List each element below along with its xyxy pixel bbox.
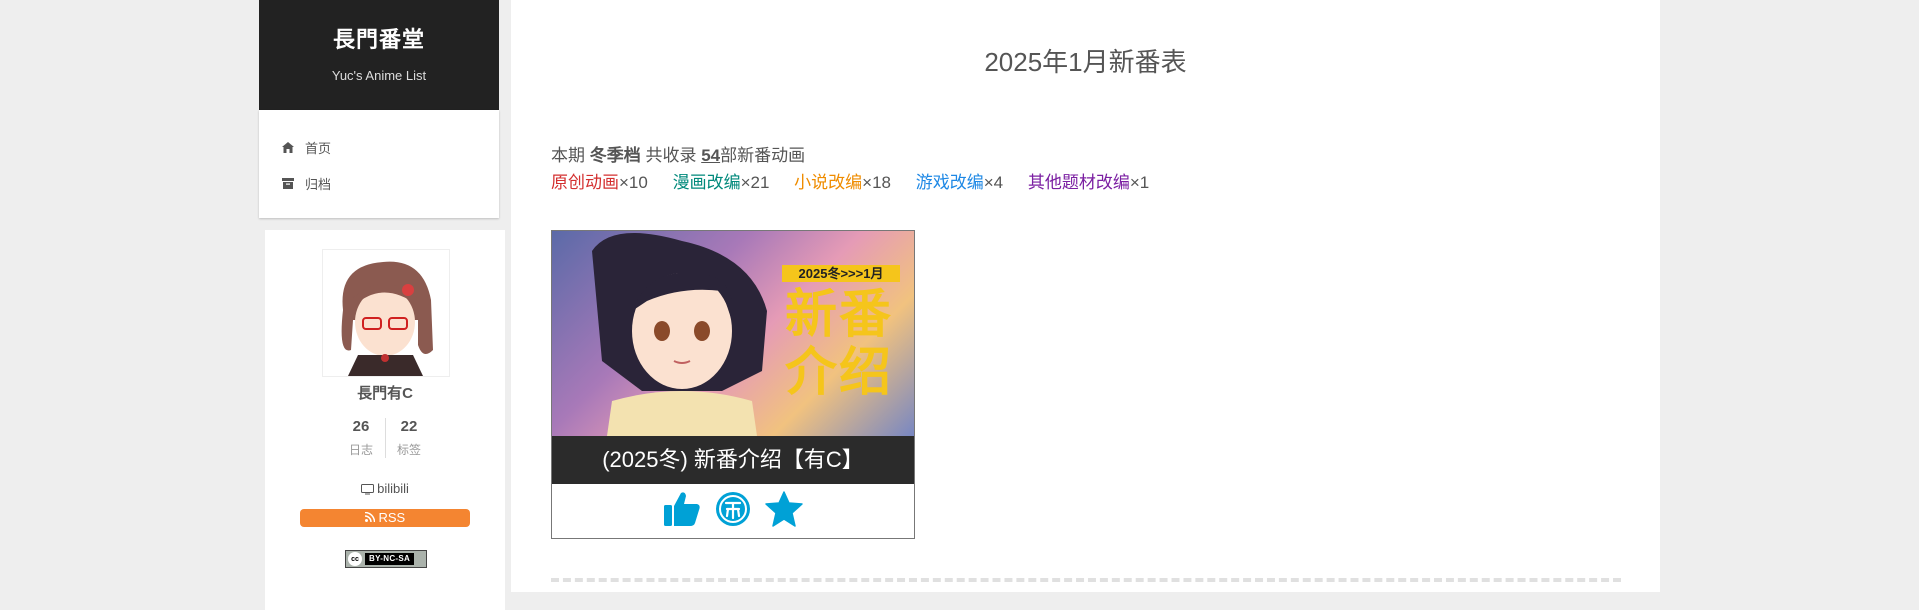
category-count: ×21	[740, 173, 770, 192]
cover-headline-2: 介绍	[784, 344, 893, 402]
category-count: ×18	[862, 173, 891, 192]
cc-icon: cc	[348, 552, 362, 566]
category-legend: 原创动画×10 漫画改编×21 小说改编×18 游戏改编×4 其他题材改编×1	[551, 168, 1169, 193]
category-label: 原创动画	[551, 173, 619, 192]
video-cover[interactable]: 2025冬>>>1月 新番 介绍	[552, 231, 914, 436]
archive-icon	[281, 176, 295, 190]
category-other[interactable]: 其他题材改编×1	[1028, 173, 1149, 192]
license-label: BY-NC-SA	[365, 553, 415, 565]
home-icon	[281, 140, 295, 154]
season-summary: 本期 冬季档 共收录 54部新番动画	[551, 141, 805, 166]
category-game[interactable]: 游戏改编×4	[916, 173, 1003, 192]
sidebar-menu: 首页 归档	[259, 110, 499, 218]
category-label: 其他题材改编	[1027, 173, 1130, 192]
summary-prefix: 本期	[551, 146, 585, 165]
video-actions	[552, 484, 914, 538]
author-name: 長門有C	[357, 385, 413, 402]
menu-item-label: 归档	[305, 176, 332, 192]
like-icon[interactable]	[663, 491, 701, 532]
category-label: 游戏改编	[915, 173, 984, 192]
author-profile: 長門有C 26 日志 22 标签 bilibili RSS cc BY-NC-S…	[265, 230, 505, 610]
site-subtitle: Yuc's Anime List	[331, 68, 427, 83]
tags-count: 22	[400, 418, 418, 435]
category-label: 小说改编	[794, 173, 863, 192]
category-count: ×10	[619, 173, 648, 192]
avatar	[322, 249, 450, 377]
license-badge[interactable]: cc BY-NC-SA	[345, 550, 427, 568]
category-novel[interactable]: 小说改编×18	[794, 173, 891, 192]
main-content: 2025年1月新番表 本期 冬季档 共收录 54部新番动画 原创动画×10 漫画…	[511, 0, 1660, 592]
section-divider	[551, 578, 1621, 582]
coin-icon[interactable]	[715, 491, 751, 532]
menu-item-label: 首页	[305, 140, 332, 156]
rss-button[interactable]: RSS	[300, 509, 470, 527]
menu-item-home[interactable]: 首页	[259, 129, 499, 165]
bilibili-label: bilibili	[377, 481, 409, 496]
video-title[interactable]: (2025冬) 新番介绍【有C】	[552, 436, 914, 484]
cover-headline-1: 新番	[784, 286, 893, 344]
category-label: 漫画改编	[672, 173, 741, 192]
bilibili-link[interactable]: bilibili	[361, 481, 409, 496]
page-title: 2025年1月新番表	[984, 47, 1187, 77]
site-brand[interactable]: 長門番堂 Yuc's Anime List	[259, 0, 499, 110]
summary-suffix: 部新番动画	[720, 146, 806, 165]
posts-label: 日志	[348, 443, 373, 457]
posts-count: 26	[352, 418, 370, 435]
category-count: ×1	[1129, 173, 1150, 192]
summary-middle: 共收录	[645, 146, 697, 165]
category-count: ×4	[983, 173, 1004, 192]
season-name: 冬季档	[589, 146, 641, 165]
site-title[interactable]: 長門番堂	[259, 22, 499, 54]
posts-stat[interactable]: 26 日志	[338, 418, 385, 458]
category-original[interactable]: 原创动画×10	[551, 173, 648, 192]
tags-stat[interactable]: 22 标签	[384, 418, 433, 458]
cover-badge: 2025冬>>>1月	[782, 265, 900, 282]
rss-label: RSS	[378, 510, 406, 525]
rss-icon	[364, 510, 379, 525]
tags-label: 标签	[396, 443, 421, 457]
tv-icon	[361, 483, 375, 498]
site-stats: 26 日志 22 标签	[265, 418, 505, 458]
social-links: bilibili	[265, 481, 505, 498]
anime-count: 54	[701, 146, 721, 165]
category-manga[interactable]: 漫画改编×21	[673, 173, 770, 192]
menu-item-archive[interactable]: 归档	[259, 165, 499, 201]
favorite-icon[interactable]	[765, 490, 803, 532]
video-card[interactable]: 2025冬>>>1月 新番 介绍 (2025冬) 新番介绍【有C】	[551, 230, 915, 539]
